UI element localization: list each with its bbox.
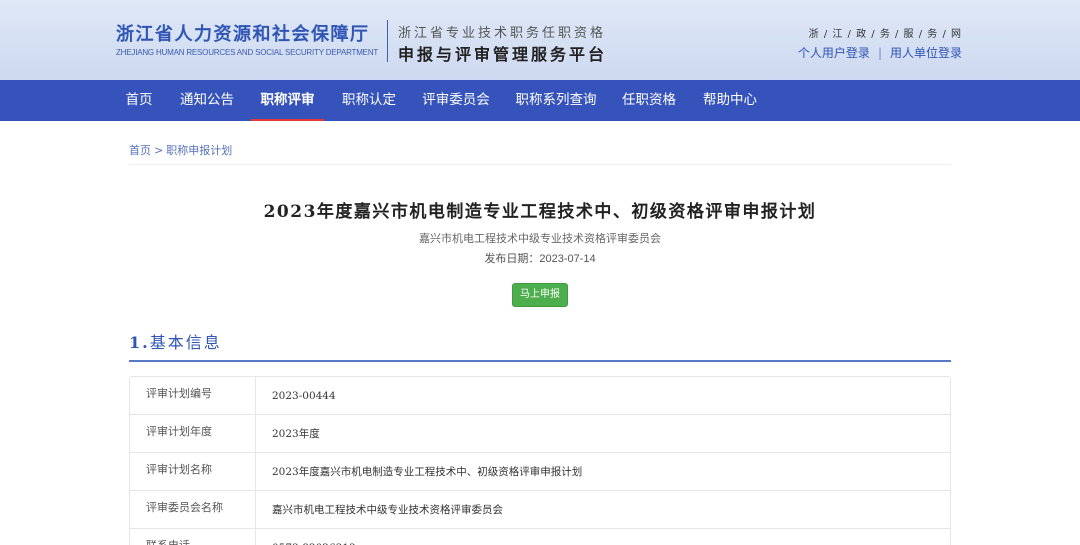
- nav-item-review-committee[interactable]: 评审委员会: [414, 80, 498, 121]
- table-row: 评审委员会名称 嘉兴市机电工程技术中级专业技术资格评审委员会: [130, 491, 950, 529]
- nav-item-title-recognition[interactable]: 职称认定: [335, 80, 403, 121]
- nav-item-title-review[interactable]: 职称评审: [251, 80, 324, 121]
- table-row: 联系电话 0573-82026313: [130, 529, 950, 545]
- main-nav: 首页 通知公告 职称评审 职称认定 评审委员会 职称系列查询 任职资格 帮助中心: [0, 80, 1080, 121]
- publish-date: 发布日期：2023-07-14: [129, 250, 951, 266]
- publish-date-value: 2023-07-14: [539, 253, 596, 265]
- nav-item-qualification[interactable]: 任职资格: [614, 80, 684, 121]
- logo-title[interactable]: 浙江省人力资源和社会保障厅: [116, 20, 370, 46]
- row-value: 0573-82026313: [256, 529, 950, 545]
- site-header: 浙江省人力资源和社会保障厅 ZHEJIANG HUMAN RESOURCES A…: [0, 0, 1080, 80]
- section-title: 基本信息: [149, 333, 222, 352]
- table-row: 评审计划年度 2023年度: [130, 415, 950, 453]
- row-label: 评审计划编号: [130, 377, 256, 414]
- employer-login-link[interactable]: 用人单位登录: [890, 46, 962, 60]
- platform-title: 申报与评审管理服务平台: [398, 45, 608, 64]
- publish-date-label: 发布日期：: [484, 252, 540, 265]
- row-label: 评审计划年度: [130, 415, 256, 452]
- basic-info-table: 评审计划编号 2023-00444 评审计划年度 2023年度 评审计划名称 2…: [129, 376, 951, 545]
- row-value: 2023-00444: [272, 390, 336, 402]
- page-title: 2023年度嘉兴市机电制造专业工程技术中、初级资格评审申报计划: [263, 202, 817, 222]
- apply-now-button[interactable]: 马上申报: [512, 283, 568, 307]
- nav-item-title-series[interactable]: 职称系列查询: [509, 80, 603, 121]
- row-value: 嘉兴市机电工程技术中级专业技术资格评审委员会: [272, 504, 503, 516]
- nav-item-help[interactable]: 帮助中心: [695, 80, 765, 121]
- row-label: 评审委员会名称: [130, 491, 256, 528]
- section-heading: 1.基本信息: [129, 329, 222, 353]
- row-value: 2023年度嘉兴市机电制造专业工程技术中、初级资格评审申报计划: [272, 466, 583, 478]
- table-row: 评审计划名称 2023年度嘉兴市机电制造专业工程技术中、初级资格评审申报计划: [130, 453, 950, 491]
- platform-subtitle: 浙江省专业技术职务任职资格: [398, 26, 607, 41]
- nav-item-notices[interactable]: 通知公告: [173, 80, 241, 121]
- nav-item-home[interactable]: 首页: [116, 80, 162, 121]
- personal-login-link[interactable]: 个人用户登录: [798, 46, 870, 60]
- login-links: 个人用户登录 | 用人单位登录: [798, 44, 962, 61]
- gov-service-link[interactable]: 浙 / 江 / 政 / 务 / 服 / 务 / 网: [809, 25, 962, 40]
- breadcrumb-current[interactable]: 职称申报计划: [166, 144, 232, 157]
- breadcrumb: 首页 > 职称申报计划: [129, 142, 232, 158]
- table-row: 评审计划编号 2023-00444: [130, 377, 950, 415]
- breadcrumb-divider: [129, 164, 951, 165]
- committee-name: 嘉兴市机电工程技术中级专业技术资格评审委员会: [419, 232, 661, 245]
- section-number: 1.: [129, 333, 150, 352]
- row-label: 联系电话: [130, 529, 256, 545]
- logo-divider: [387, 20, 388, 62]
- row-label: 评审计划名称: [130, 453, 256, 490]
- section-divider: [129, 360, 951, 362]
- row-value: 2023年度: [272, 428, 320, 440]
- breadcrumb-arrow: >: [154, 144, 164, 157]
- logo-subtitle: ZHEJIANG HUMAN RESOURCES AND SOCIAL SECU…: [116, 48, 379, 57]
- login-separator: |: [877, 46, 882, 60]
- breadcrumb-home[interactable]: 首页: [129, 144, 151, 157]
